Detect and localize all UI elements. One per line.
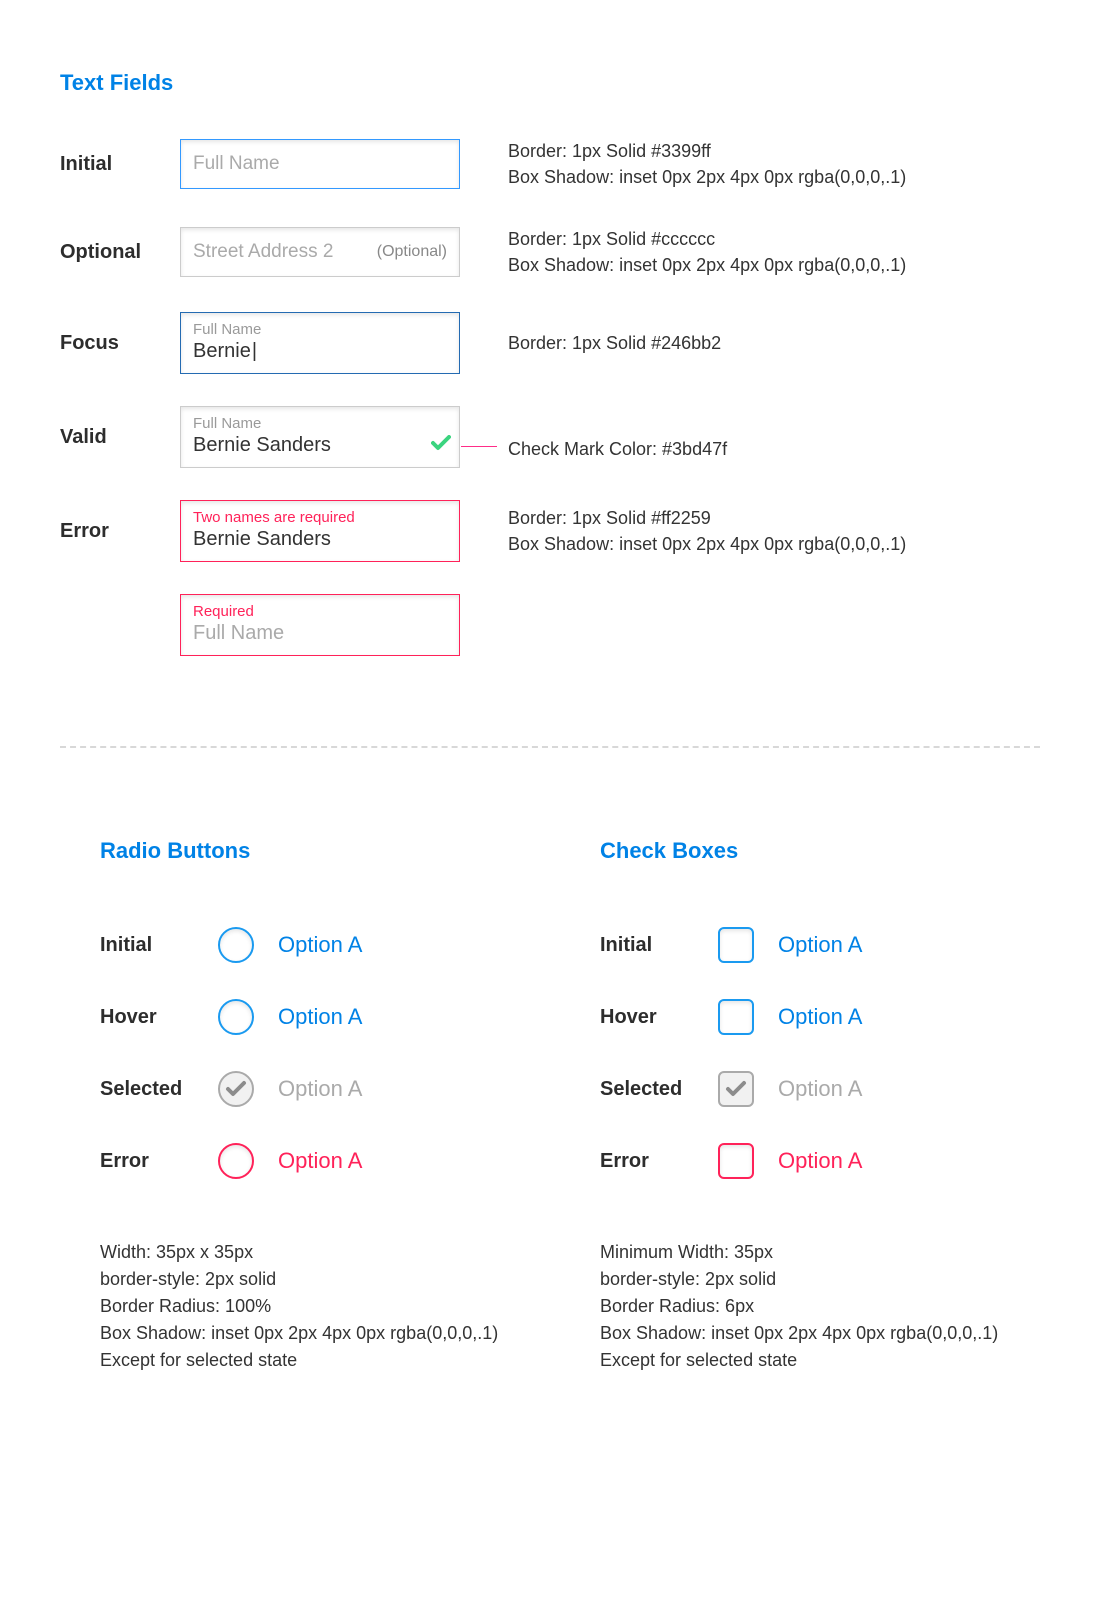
state-label: Error: [600, 1150, 710, 1173]
state-label: Selected: [600, 1078, 710, 1101]
annot-line: Border: 1px Solid #cccccc: [508, 226, 1040, 252]
radio-buttons-section: Radio Buttons Initial Option A Hover Opt…: [100, 838, 540, 1374]
radio-initial[interactable]: [218, 927, 254, 963]
heading-radio-buttons: Radio Buttons: [100, 838, 540, 864]
check-icon: [725, 1080, 747, 1098]
radio-error[interactable]: [218, 1143, 254, 1179]
text-field-row-valid: Valid Full Name Bernie Sanders Check Mar…: [60, 406, 1040, 468]
spec-annotation: Border: 1px Solid #3399ff Box Shadow: in…: [508, 138, 1040, 190]
annot-line: Border: 1px Solid #246bb2: [508, 330, 1040, 356]
textfield-error[interactable]: Two names are required Bernie Sanders: [180, 500, 460, 562]
checkbox-selected[interactable]: [718, 1071, 754, 1107]
section-divider: [60, 746, 1040, 748]
state-label: Hover: [600, 1006, 710, 1029]
spec-annotation: Check Mark Color: #3bd47f: [508, 412, 1040, 462]
text-fields-section: Text Fields Initial Full Name Border: 1p…: [60, 70, 1040, 656]
spec-line: Except for selected state: [600, 1347, 1040, 1374]
spec-line: border-style: 2px solid: [600, 1266, 1040, 1293]
text-field-row-error: Error Two names are required Bernie Sand…: [60, 500, 1040, 562]
radio-row-initial: Initial Option A: [100, 909, 540, 981]
state-label: Initial: [60, 153, 180, 176]
option-label[interactable]: Option A: [278, 1148, 362, 1174]
option-label[interactable]: Option A: [778, 1148, 862, 1174]
input-value: Bernie: [193, 340, 257, 362]
check-boxes-section: Check Boxes Initial Option A Hover Optio…: [600, 838, 1040, 1374]
textfield-focus[interactable]: Full Name Bernie: [180, 312, 460, 374]
spec-line: Box Shadow: inset 0px 2px 4px 0px rgba(0…: [100, 1320, 540, 1347]
error-label: Two names are required: [193, 509, 447, 526]
spec-line: border-style: 2px solid: [100, 1266, 540, 1293]
annot-line: Check Mark Color: #3bd47f: [508, 436, 1040, 462]
textfield-error-empty[interactable]: Required Full Name: [180, 594, 460, 656]
checkbox-row-error: Error Option A: [600, 1125, 1040, 1197]
annot-line: Box Shadow: inset 0px 2px 4px 0px rgba(0…: [508, 164, 1040, 190]
text-field-row-initial: Initial Full Name Border: 1px Solid #339…: [60, 136, 1040, 192]
option-label[interactable]: Option A: [278, 932, 362, 958]
state-label: Optional: [60, 241, 180, 264]
textfield-valid[interactable]: Full Name Bernie Sanders: [180, 406, 460, 468]
text-field-row-focus: Focus Full Name Bernie Border: 1px Solid…: [60, 312, 1040, 374]
input-value: Bernie Sanders: [193, 434, 331, 456]
radio-row-hover: Hover Option A: [100, 981, 540, 1053]
option-label[interactable]: Option A: [278, 1004, 362, 1030]
callout-line: [461, 446, 497, 447]
radio-hover[interactable]: [218, 999, 254, 1035]
spec-line: Minimum Width: 35px: [600, 1239, 1040, 1266]
spec-line: Width: 35px x 35px: [100, 1239, 540, 1266]
annot-line: Border: 1px Solid #ff2259: [508, 505, 1040, 531]
checkbox-row-initial: Initial Option A: [600, 909, 1040, 981]
state-label: Initial: [600, 934, 710, 957]
textfield-optional[interactable]: Street Address 2 (Optional): [180, 227, 460, 277]
checkbox-hover[interactable]: [718, 999, 754, 1035]
checkbox-initial[interactable]: [718, 927, 754, 963]
state-label: Valid: [60, 426, 180, 449]
radio-row-error: Error Option A: [100, 1125, 540, 1197]
option-label[interactable]: Option A: [778, 932, 862, 958]
annot-line: Box Shadow: inset 0px 2px 4px 0px rgba(0…: [508, 252, 1040, 278]
annot-line: Box Shadow: inset 0px 2px 4px 0px rgba(0…: [508, 531, 1040, 557]
text-field-row-optional: Optional Street Address 2 (Optional) Bor…: [60, 224, 1040, 280]
checkbox-spec: Minimum Width: 35px border-style: 2px so…: [600, 1239, 1040, 1374]
text-field-row-error-empty: Required Full Name: [60, 594, 1040, 656]
check-icon: [225, 1080, 247, 1098]
option-label[interactable]: Option A: [778, 1076, 862, 1102]
radio-spec: Width: 35px x 35px border-style: 2px sol…: [100, 1239, 540, 1374]
checkbox-error[interactable]: [718, 1143, 754, 1179]
option-label[interactable]: Option A: [778, 1004, 862, 1030]
spec-line: Except for selected state: [100, 1347, 540, 1374]
spec-annotation: Border: 1px Solid #246bb2: [508, 330, 1040, 356]
spec-annotation: Border: 1px Solid #cccccc Box Shadow: in…: [508, 226, 1040, 278]
check-icon: [431, 435, 451, 457]
spec-annotation: Border: 1px Solid #ff2259 Box Shadow: in…: [508, 505, 1040, 557]
option-label[interactable]: Option A: [278, 1076, 362, 1102]
heading-text-fields: Text Fields: [60, 70, 1040, 96]
input-value: Bernie Sanders: [193, 528, 331, 550]
floating-label: Full Name: [193, 321, 447, 338]
state-label: Focus: [60, 332, 180, 355]
checkbox-row-hover: Hover Option A: [600, 981, 1040, 1053]
spec-line: Border Radius: 6px: [600, 1293, 1040, 1320]
error-label: Required: [193, 603, 447, 620]
state-label: Initial: [100, 934, 210, 957]
annot-line: Border: 1px Solid #3399ff: [508, 138, 1040, 164]
spec-line: Box Shadow: inset 0px 2px 4px 0px rgba(0…: [600, 1320, 1040, 1347]
state-label: Error: [100, 1150, 210, 1173]
radio-row-selected: Selected Option A: [100, 1053, 540, 1125]
spec-line: Border Radius: 100%: [100, 1293, 540, 1320]
state-label: Hover: [100, 1006, 210, 1029]
textfield-initial[interactable]: Full Name: [180, 139, 460, 189]
placeholder-text: Full Name: [193, 622, 284, 644]
radio-selected[interactable]: [218, 1071, 254, 1107]
optional-tag: (Optional): [377, 243, 447, 261]
placeholder-text: Street Address 2: [193, 241, 333, 263]
checkbox-row-selected: Selected Option A: [600, 1053, 1040, 1125]
state-label: Error: [60, 520, 180, 543]
state-label: Selected: [100, 1078, 210, 1101]
floating-label: Full Name: [193, 415, 447, 432]
heading-check-boxes: Check Boxes: [600, 838, 1040, 864]
